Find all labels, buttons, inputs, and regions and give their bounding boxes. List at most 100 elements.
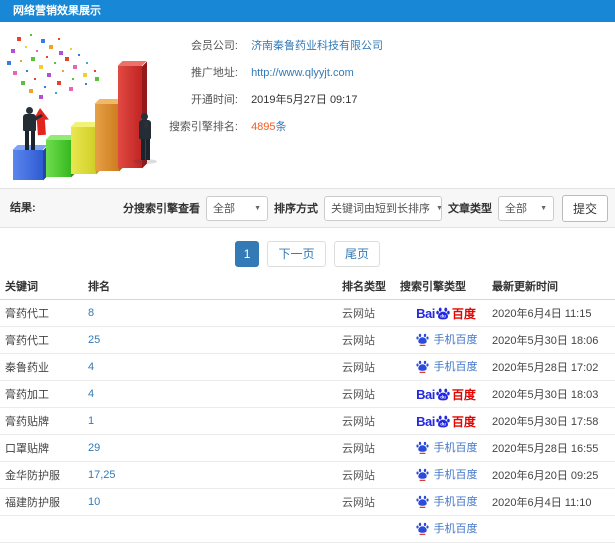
updated-time-text: 2020年5月30日 17:58 <box>492 416 599 428</box>
table-header-row: 关键词 排名 排名类型 搜索引擎类型 最新更新时间 <box>0 272 615 300</box>
keyword-rank-table: 关键词 排名 排名类型 搜索引擎类型 最新更新时间 膏药代工 8 云网站 Bai… <box>0 272 615 543</box>
table-row: 秦鲁药业 4 云网站 Bai du 百度 <box>0 354 615 381</box>
col-header-rank-type: 排名类型 <box>342 280 386 293</box>
submit-button[interactable]: 提交 <box>562 194 608 222</box>
engine-filter-select[interactable]: 全部 ▼ <box>206 195 268 221</box>
member-company-link[interactable]: 济南秦鲁药业科技有限公司 <box>251 40 383 52</box>
baidu-paw-icon: du <box>436 388 450 400</box>
mobile-baidu-text: 手机百度 <box>433 523 478 536</box>
chevron-down-icon: ▼ <box>254 204 261 212</box>
mobile-baidu-paw-icon <box>415 441 429 454</box>
filter-controls: 分搜索引擎查看 全部 ▼ 排序方式 关键词由短到长排序 ▼ 文章类型 全部 ▼ … <box>117 189 608 227</box>
sort-filter-label: 排序方式 <box>274 203 318 215</box>
page-1-button[interactable]: 1 <box>235 241 260 267</box>
bar-blue <box>12 145 48 180</box>
window-titlebar: 网络营销效果展示 <box>0 0 615 22</box>
article-type-label: 文章类型 <box>448 203 492 215</box>
pagination: 1 下一页 尾页 <box>0 241 615 267</box>
svg-text:du: du <box>440 421 446 426</box>
rank-type-text: 云网站 <box>342 443 375 455</box>
mobile-baidu-paw-icon <box>415 333 429 346</box>
engine-rank-label: 搜索引擎排名: <box>168 121 238 133</box>
promo-url-label: 推广地址: <box>190 67 238 79</box>
result-filter-panel: 结果: 分搜索引擎查看 全部 ▼ 排序方式 关键词由短到长排序 ▼ 文章类型 全… <box>0 188 615 228</box>
col-header-updated: 最新更新时间 <box>492 280 558 293</box>
mobile-baidu-logo: 手机百度 <box>415 358 478 374</box>
open-time-value: 2019年5月27日 09:17 <box>251 94 358 106</box>
engine-rank-count: 4895 <box>251 121 276 133</box>
engine-filter-label: 分搜索引擎查看 <box>123 203 200 215</box>
updated-time-text: 2020年6月20日 09:25 <box>492 470 599 482</box>
svg-text:du: du <box>440 313 446 318</box>
rank-type-text: 云网站 <box>342 335 375 347</box>
promo-url-row: 推广地址: http://www.qlyyjt.com <box>0 60 440 87</box>
open-time-row: 开通时间: 2019年5月27日 09:17 <box>0 87 440 114</box>
mobile-baidu-paw-icon <box>415 495 429 508</box>
rank-link[interactable]: 29 <box>88 442 100 454</box>
table-row: 膏药代工 25 云网站 Bai du 百度 <box>0 327 615 354</box>
confetti-decoration <box>0 28 2 30</box>
sort-filter-value: 关键词由短到长排序 <box>331 203 430 215</box>
member-company-row: 会员公司: 济南秦鲁药业科技有限公司 <box>0 33 440 60</box>
article-type-select[interactable]: 全部 ▼ <box>498 195 554 221</box>
updated-time-text: 2020年6月4日 11:15 <box>492 308 592 320</box>
table-body: 膏药代工 8 云网站 Bai du 百度 2020年6月4日 11:15 膏药代… <box>0 300 615 543</box>
rank-link[interactable]: 10 <box>88 496 100 508</box>
mobile-baidu-logo: 手机百度 <box>415 466 478 482</box>
member-company-label: 会员公司: <box>190 40 238 52</box>
baidu-logo: Bai du 百度 <box>416 413 476 429</box>
engine-rank-row: 搜索引擎排名: 4895条 <box>0 114 440 141</box>
rank-type-text: 云网站 <box>342 308 375 320</box>
keyword-text: 膏药加工 <box>5 389 49 401</box>
keyword-text: 秦鲁药业 <box>5 362 49 374</box>
baidu-logo: Bai du 百度 <box>416 386 476 402</box>
rank-link[interactable]: 17,25 <box>88 469 116 481</box>
keyword-text: 膏药代工 <box>5 308 49 320</box>
mobile-baidu-paw-icon <box>415 468 429 481</box>
rank-link[interactable]: 25 <box>88 334 100 346</box>
table-row: Bai du 百度 <box>0 516 615 543</box>
table-row: 金华防护服 17,25 云网站 Bai du 百度 <box>0 462 615 489</box>
mobile-baidu-paw-icon <box>415 522 429 535</box>
bar-green <box>45 135 76 177</box>
table-row: 福建防护服 10 云网站 Bai du 百度 <box>0 489 615 516</box>
page-title: 网络营销效果展示 <box>13 5 101 17</box>
next-page-button[interactable]: 下一页 <box>267 241 326 267</box>
rank-link[interactable]: 4 <box>88 388 94 400</box>
chevron-down-icon: ▼ <box>540 204 547 212</box>
table-row: 口罩贴牌 29 云网站 Bai du 百度 <box>0 435 615 462</box>
table-row: 膏药贴牌 1 云网站 Bai du 百度 2020年5月30日 17:58 <box>0 408 615 435</box>
company-info: 会员公司: 济南秦鲁药业科技有限公司 推广地址: http://www.qlyy… <box>0 33 440 141</box>
table-row: 膏药加工 4 云网站 Bai du 百度 2020年5月30日 18:03 <box>0 381 615 408</box>
promo-url-link[interactable]: http://www.qlyyjt.com <box>251 67 354 79</box>
mobile-baidu-paw-icon <box>415 360 429 373</box>
last-page-button[interactable]: 尾页 <box>333 241 380 267</box>
updated-time-text: 2020年5月28日 17:02 <box>492 362 599 374</box>
mobile-baidu-logo: 手机百度 <box>415 439 478 455</box>
mobile-baidu-logo: 手机百度 <box>415 493 478 509</box>
rank-link[interactable]: 4 <box>88 361 94 373</box>
rank-type-text: 云网站 <box>342 362 375 374</box>
col-header-keyword: 关键词 <box>5 280 38 293</box>
rank-type-text: 云网站 <box>342 470 375 482</box>
article-type-value: 全部 <box>505 203 527 215</box>
rank-link[interactable]: 8 <box>88 307 94 319</box>
mobile-baidu-logo: 手机百度 <box>415 331 478 347</box>
sort-filter-select[interactable]: 关键词由短到长排序 ▼ <box>324 195 443 221</box>
chevron-down-icon: ▼ <box>436 204 443 212</box>
col-header-engine: 搜索引擎类型 <box>400 280 466 293</box>
keyword-text: 福建防护服 <box>5 497 60 509</box>
mobile-baidu-logo: 手机百度 <box>415 520 478 536</box>
baidu-logo: Bai du 百度 <box>416 305 476 321</box>
updated-time-text: 2020年6月4日 11:10 <box>492 497 592 509</box>
updated-time-text: 2020年5月30日 18:03 <box>492 389 599 401</box>
result-section-label: 结果: <box>10 202 36 214</box>
table-row: 膏药代工 8 云网站 Bai du 百度 2020年6月4日 11:15 <box>0 300 615 327</box>
baidu-paw-icon: du <box>436 415 450 427</box>
keyword-text: 膏药贴牌 <box>5 416 49 428</box>
svg-text:du: du <box>440 394 446 399</box>
keyword-text: 金华防护服 <box>5 470 60 482</box>
rank-link[interactable]: 1 <box>88 415 94 427</box>
rank-type-text: 云网站 <box>342 389 375 401</box>
baidu-paw-icon: du <box>436 307 450 319</box>
